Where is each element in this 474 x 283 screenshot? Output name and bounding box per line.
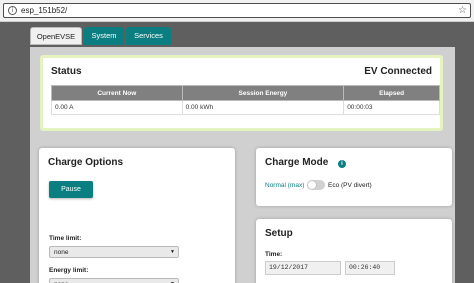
time-limit-select[interactable]: none ▼: [49, 246, 179, 258]
time-limit-label: Time limit:: [49, 235, 82, 242]
mode-eco-label[interactable]: Eco (PV divert): [328, 182, 372, 189]
date-field[interactable]: 19/12/2017: [265, 261, 341, 275]
bookmark-star-icon[interactable]: ☆: [458, 4, 467, 17]
toggle-knob: [308, 181, 316, 189]
energy-limit-select[interactable]: none ▼: [49, 278, 179, 283]
time-limit-value: none: [54, 249, 69, 256]
table-row: 0.00 A 0.00 kWh 00:00:03: [51, 100, 440, 115]
status-table: Current Now Session Energy Elapsed 0.00 …: [51, 85, 440, 115]
status-panel: Status EV Connected Current Now Session …: [40, 55, 443, 131]
charge-mode-title: Charge Mode: [265, 157, 329, 168]
header-session-energy: Session Energy: [181, 85, 345, 101]
eco-mode-toggle[interactable]: [307, 180, 325, 190]
pause-button[interactable]: Pause: [49, 181, 93, 198]
charge-options-title: Charge Options: [48, 157, 124, 168]
tab-openevse[interactable]: OpenEVSE: [30, 27, 82, 45]
tab-services[interactable]: Services: [126, 27, 171, 45]
header-current-now: Current Now: [51, 85, 183, 101]
table-header-row: Current Now Session Energy Elapsed: [51, 85, 440, 101]
browser-toolbar: i esp_151b52/ ☆: [0, 0, 474, 22]
url-text[interactable]: esp_151b52/: [21, 5, 67, 17]
tab-system[interactable]: System: [84, 27, 124, 45]
energy-limit-label: Energy limit:: [49, 267, 89, 274]
time-label: Time:: [265, 251, 283, 258]
status-state: EV Connected: [364, 66, 432, 77]
chevron-down-icon: ▼: [170, 249, 175, 255]
charge-mode-panel: Charge Mode i Normal (max) Eco (PV diver…: [256, 148, 452, 206]
setup-title: Setup: [265, 228, 293, 239]
status-title: Status: [51, 66, 82, 77]
value-session-energy: 0.00 kWh: [181, 100, 345, 115]
charge-options-panel: Charge Options Pause Time limit: none ▼ …: [39, 148, 235, 283]
value-current-now: 0.00 A: [51, 100, 183, 115]
clock-field[interactable]: 00:26:40: [345, 261, 395, 275]
info-icon[interactable]: i: [8, 6, 17, 15]
mode-normal-label[interactable]: Normal (max): [265, 182, 304, 189]
page: OpenEVSE System Services Status EV Conne…: [0, 22, 474, 283]
value-elapsed: 00:00:03: [343, 100, 440, 115]
chevron-down-icon: ▼: [170, 279, 175, 283]
main-content: Status EV Connected Current Now Session …: [30, 47, 455, 283]
address-bar[interactable]: i esp_151b52/ ☆: [3, 3, 471, 18]
setup-panel: Setup Time: 19/12/2017 00:26:40: [256, 219, 452, 283]
help-icon[interactable]: i: [338, 160, 346, 168]
header-elapsed: Elapsed: [343, 85, 440, 101]
